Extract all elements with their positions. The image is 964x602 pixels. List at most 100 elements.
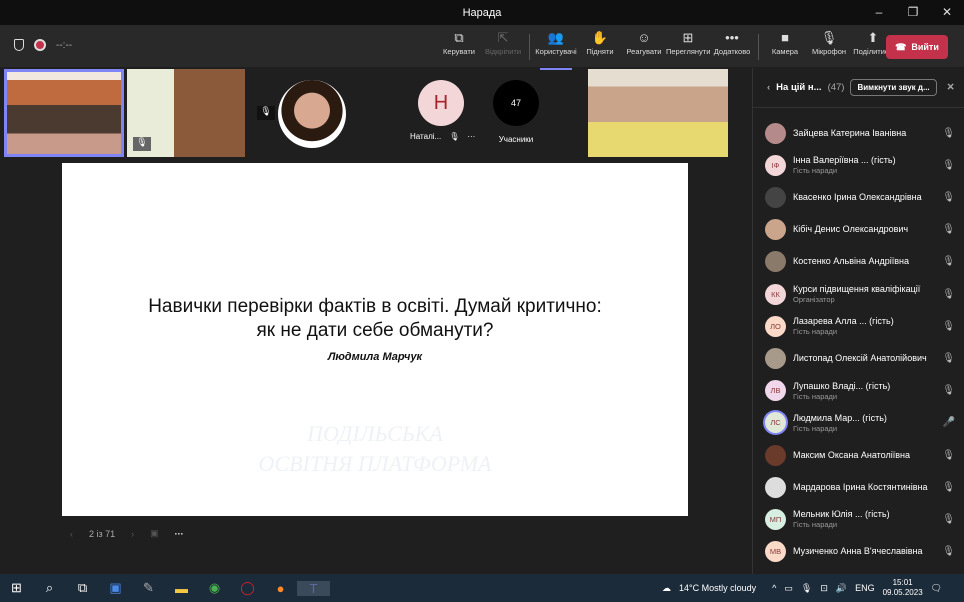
participant-name: Музиченко Анна В'ячеславівна xyxy=(793,546,923,557)
leave-button[interactable]: ☎ Вийти xyxy=(886,35,948,59)
divider xyxy=(529,34,530,60)
file-explorer-icon[interactable]: ▬ xyxy=(165,581,198,596)
notifications-icon[interactable]: 🗨 xyxy=(931,583,942,594)
close-panel-icon[interactable]: ✕ xyxy=(947,82,955,93)
mic-off-icon: 🎙 xyxy=(942,159,955,171)
camera-button[interactable]: ■ Камера xyxy=(763,29,807,65)
camera-icon: ■ xyxy=(781,30,789,45)
watermark: ПОДІЛЬСЬКА xyxy=(307,421,443,446)
microphone-icon[interactable]: 🎙 xyxy=(801,583,812,594)
tray-icon[interactable]: ▭ xyxy=(784,583,793,594)
slide-title: Навички перевірки фактів в освіті. Думай… xyxy=(148,296,602,341)
participant-name: Лупашко Владі... (гість) xyxy=(793,380,891,391)
avatar: ЛО xyxy=(765,315,786,337)
avatar xyxy=(765,476,786,498)
teams-icon[interactable]: T xyxy=(297,580,330,596)
mic-off-icon: 🎙 xyxy=(942,513,955,525)
avatar-natalia[interactable]: Н xyxy=(418,80,464,126)
emoji-button[interactable]: ☺ Реагувати xyxy=(622,29,666,65)
emoji-icon: ☺ xyxy=(637,30,651,45)
more-icon: ••• xyxy=(725,30,739,45)
tray-chevron-icon[interactable]: ^ xyxy=(772,583,776,593)
mute-all-button[interactable]: Вимкнути звук д... xyxy=(850,79,937,96)
participant-row[interactable]: ЛО Лазарева Алла ... (гість) Гість наради… xyxy=(765,311,955,341)
avatar: МП xyxy=(765,508,786,530)
more-icon[interactable]: ··· xyxy=(175,529,184,539)
video-tile-1[interactable] xyxy=(4,69,124,157)
participant-row[interactable]: ІФ Інна Валеріївна ... (гість) Гість нара… xyxy=(765,150,955,180)
participant-name: Мельник Юлія ... (гість) xyxy=(793,509,890,520)
mic-off-button[interactable]: 🎙 Мікрофон xyxy=(807,29,851,65)
more-button[interactable]: ••• Додатково xyxy=(710,29,754,65)
next-slide-button[interactable]: › xyxy=(131,529,134,539)
avatar xyxy=(765,444,786,466)
slide-navigation: ‹ 2 із 71 › ▣ ··· xyxy=(70,528,184,539)
participants-count-button[interactable]: 47 xyxy=(493,80,539,126)
weather-icon[interactable]: ☁ xyxy=(662,583,671,594)
participant-row[interactable]: ЛС Людмила Мар... (гість) Гість наради 🎤 xyxy=(765,408,955,438)
back-icon[interactable]: ‹ xyxy=(767,82,770,93)
weather-text[interactable]: 14°C Mostly cloudy xyxy=(679,583,756,593)
participant-name: Кібіч Денис Олександрович xyxy=(793,224,909,235)
app-icon[interactable]: ✎ xyxy=(132,580,165,596)
search-icon[interactable]: ⌕ xyxy=(33,580,66,596)
volume-icon[interactable]: 🔊 xyxy=(836,583,847,594)
language-indicator[interactable]: ENG xyxy=(855,583,875,593)
participants-panel: ‹ На цій н... (47) Вимкнути звук д... ✕ … xyxy=(752,68,964,574)
mic-off-icon: 🎙 xyxy=(942,224,955,236)
opera-icon[interactable]: ◯ xyxy=(231,580,264,596)
participant-row[interactable]: Кібіч Денис Олександрович 🎙 xyxy=(765,215,955,245)
firefox-icon[interactable]: ● xyxy=(264,581,297,596)
participant-role: Гість наради xyxy=(793,423,838,433)
tool-label: Переглянути xyxy=(666,47,711,56)
close-button[interactable]: ✕ xyxy=(930,0,964,25)
participant-row[interactable]: МП Мельник Юлія ... (гість) Гість наради … xyxy=(765,504,955,534)
minimize-button[interactable]: – xyxy=(862,0,896,25)
network-icon[interactable]: ⊡ xyxy=(820,583,828,594)
avatar xyxy=(765,122,786,144)
share-screen-button[interactable]: ⧉ Керувати xyxy=(437,29,481,65)
participant-role: Гість наради xyxy=(793,520,838,530)
clock[interactable]: 15:01 09.05.2023 xyxy=(883,578,923,598)
people-button[interactable]: 👥 Користувачі xyxy=(534,29,578,70)
participant-name: Курси підвищення кваліфікації xyxy=(793,284,921,294)
meeting-timer: --:-- xyxy=(56,39,73,51)
participant-row[interactable]: Зайцева Катерина Іванівна 🎙 xyxy=(765,118,955,148)
people-icon: 👥 xyxy=(547,30,565,45)
mic-on-icon: 🎤 xyxy=(942,417,955,429)
participant-row[interactable]: Квасенко Ірина Олександрівна 🎙 xyxy=(765,182,955,212)
participant-row[interactable]: Костенко Альвіна Андріївна 🎙 xyxy=(765,247,955,277)
task-view-icon[interactable]: ⧉ xyxy=(66,580,99,596)
mic-off-icon: 🎙 xyxy=(942,449,955,461)
slides-grid-icon[interactable]: ▣ xyxy=(150,528,159,539)
participant-name: Інна Валеріївна ... (гість) xyxy=(793,155,896,166)
start-icon[interactable]: ⊞ xyxy=(0,580,33,596)
participant-name: Квасенко Ірина Олександрівна xyxy=(793,191,922,202)
participant-row[interactable]: ЛВ Лупашко Владі... (гість) Гість наради … xyxy=(765,376,955,406)
video-tile-3[interactable] xyxy=(588,69,728,157)
avatar xyxy=(765,251,786,273)
title-bar: Нарада – ❐ ✕ xyxy=(0,0,964,25)
participant-row[interactable]: МВ Музиченко Анна В'ячеславівна 🎙 xyxy=(765,537,955,567)
maximize-button[interactable]: ❐ xyxy=(896,0,930,25)
shield-icon[interactable] xyxy=(14,39,24,51)
chrome-icon[interactable]: ◉ xyxy=(198,580,231,596)
participant-row[interactable]: Максим Оксана Анатоліївна 🎙 xyxy=(765,440,955,470)
grid-view-button[interactable]: ⊞ Переглянути xyxy=(666,29,710,65)
video-tile-2[interactable]: 🎙 xyxy=(127,69,245,157)
more-icon[interactable]: ··· xyxy=(467,132,475,141)
prev-slide-button[interactable]: ‹ xyxy=(70,529,73,539)
grid-view-icon: ⊞ xyxy=(682,30,694,45)
tool-label: Додатково xyxy=(713,47,751,56)
avatar-kibich[interactable] xyxy=(278,80,346,148)
participants-label: Учасники xyxy=(498,135,534,144)
mic-off-icon: 🎙 xyxy=(942,481,955,493)
participant-row[interactable]: КК Курси підвищення кваліфікації Організа… xyxy=(765,279,955,309)
app-icon[interactable]: ▣ xyxy=(99,580,132,596)
tool-label: Відкріпити xyxy=(484,47,522,56)
participant-row[interactable]: Мардарова Ірина Костянтинівна 🎙 xyxy=(765,472,955,502)
raise-hand-button[interactable]: ✋ Підняти xyxy=(578,29,622,65)
tool-label: Камера xyxy=(771,47,799,56)
participant-name: Листопад Олексій Анатолійович xyxy=(793,352,927,363)
participant-row[interactable]: Листопад Олексій Анатолійович 🎙 xyxy=(765,343,955,373)
